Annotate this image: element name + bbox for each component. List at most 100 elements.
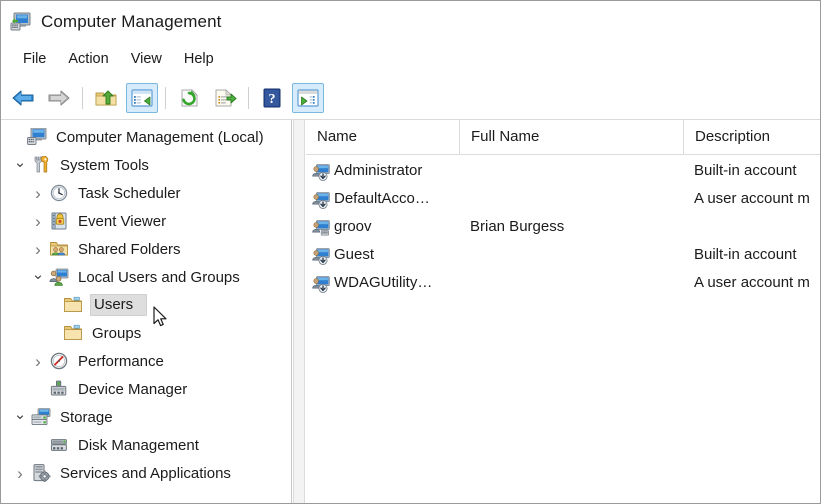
cell-full-name: Brian Burgess (459, 213, 683, 241)
menu-help[interactable]: Help (173, 48, 225, 71)
menu-view[interactable]: View (120, 48, 173, 71)
tree-node-label: System Tools (60, 157, 155, 174)
tree-node-users[interactable]: Users (1, 291, 291, 319)
chevron-down-icon[interactable] (9, 158, 31, 173)
toolbar: ? (1, 76, 820, 120)
console-tree: Computer Management (Local) System (1, 120, 291, 487)
cell-description (683, 213, 821, 241)
chevron-right-icon[interactable] (27, 353, 49, 370)
device-manager-icon (49, 380, 69, 398)
user-name: DefaultAcco… (334, 185, 430, 213)
export-list-button[interactable] (209, 83, 241, 113)
pane-splitter[interactable] (293, 120, 305, 504)
user-disabled-icon (312, 247, 330, 264)
console-tree-pane: Computer Management (Local) System (1, 120, 292, 504)
cell-description: Built-in account (683, 241, 821, 269)
cell-description: A user account m (683, 269, 821, 297)
tree-node-label: Services and Applications (60, 465, 237, 482)
tree-node-label-wrap: Computer Management (Local) (54, 128, 272, 147)
column-header-description[interactable]: Description (683, 120, 821, 154)
tree-node-label: Storage (60, 409, 119, 426)
up-one-level-button[interactable] (90, 83, 122, 113)
chevron-right-icon[interactable] (9, 465, 31, 482)
tree-node-label: Shared Folders (78, 241, 187, 258)
tree-node-local-users-and-groups[interactable]: Local Users and Groups (1, 263, 291, 291)
tree-node-label-wrap: Event Viewer (76, 212, 174, 231)
users-list: Administrator Built-in account (306, 155, 821, 297)
forward-button[interactable] (43, 83, 75, 113)
tree-node-label-wrap: Groups (90, 324, 149, 343)
show-hide-console-tree-button[interactable] (126, 83, 158, 113)
folder-icon (63, 296, 83, 314)
tree-node-label-wrap: Local Users and Groups (76, 268, 248, 287)
table-row[interactable]: DefaultAcco… A user account m (306, 185, 821, 213)
chevron-right-icon[interactable] (27, 185, 49, 202)
content-area: Computer Management (Local) System (1, 120, 821, 504)
computer-management-icon (10, 12, 32, 32)
user-disabled-icon (312, 191, 330, 208)
table-row[interactable]: WDAGUtility… A user account m (306, 269, 821, 297)
user-name: Administrator (334, 157, 422, 185)
table-row[interactable]: Guest Built-in account (306, 241, 821, 269)
tree-node-task-scheduler[interactable]: Task Scheduler (1, 179, 291, 207)
tree-node-label-wrap: Performance (76, 352, 172, 371)
cell-name: WDAGUtility… (306, 269, 459, 297)
column-header-name[interactable]: Name (306, 120, 459, 154)
disk-management-icon (49, 436, 69, 454)
tree-node-system-tools[interactable]: System Tools (1, 151, 291, 179)
show-action-pane-button[interactable] (292, 83, 324, 113)
cell-name: Guest (306, 241, 459, 269)
tree-node-label: Local Users and Groups (78, 269, 246, 286)
shared-folders-icon (49, 240, 69, 258)
refresh-button[interactable] (173, 83, 205, 113)
menu-action[interactable]: Action (57, 48, 119, 71)
user-name: Guest (334, 241, 374, 269)
cell-full-name (459, 157, 683, 185)
system-tools-icon (31, 156, 51, 174)
toolbar-separator (248, 87, 249, 109)
user-disabled-icon (312, 163, 330, 180)
user-icon (312, 219, 330, 236)
cell-full-name (459, 241, 683, 269)
tree-node-groups[interactable]: Groups (1, 319, 291, 347)
tree-node-label-wrap: Services and Applications (58, 464, 239, 483)
performance-gauge-icon (49, 352, 69, 370)
tree-node-label-wrap: Disk Management (76, 436, 207, 455)
back-button[interactable] (7, 83, 39, 113)
tree-node-label: Disk Management (78, 437, 205, 454)
storage-icon (31, 408, 51, 426)
tree-node-label-wrap: Device Manager (76, 380, 195, 399)
tree-node-performance[interactable]: Performance (1, 347, 291, 375)
tree-node-event-viewer[interactable]: Event Viewer (1, 207, 291, 235)
chevron-right-icon[interactable] (27, 213, 49, 230)
toolbar-separator (82, 87, 83, 109)
table-row[interactable]: groov Brian Burgess (306, 213, 821, 241)
cell-name: DefaultAcco… (306, 185, 459, 213)
cell-full-name (459, 269, 683, 297)
tree-node-disk-management[interactable]: Disk Management (1, 431, 291, 459)
tree-node-shared-folders[interactable]: Shared Folders (1, 235, 291, 263)
tree-node-label-wrap: Task Scheduler (76, 184, 189, 203)
tree-node-storage[interactable]: Storage (1, 403, 291, 431)
column-header-full-name[interactable]: Full Name (459, 120, 683, 154)
table-row[interactable]: Administrator Built-in account (306, 157, 821, 185)
chevron-down-icon[interactable] (9, 410, 31, 425)
tree-node-label-wrap: Users (90, 294, 147, 316)
tree-node-label: Groups (92, 325, 147, 342)
title-bar: Computer Management (1, 1, 820, 43)
chevron-right-icon[interactable] (27, 241, 49, 258)
computer-icon (27, 128, 47, 146)
window-title: Computer Management (41, 12, 222, 32)
menu-file[interactable]: File (12, 48, 57, 71)
tree-node-label: Computer Management (Local) (56, 129, 270, 146)
tree-node-device-manager[interactable]: Device Manager (1, 375, 291, 403)
tree-node-label-wrap: Storage (58, 408, 121, 427)
chevron-down-icon[interactable] (27, 270, 49, 285)
help-button[interactable]: ? (256, 83, 288, 113)
tree-node-services-and-applications[interactable]: Services and Applications (1, 459, 291, 487)
menu-bar: File Action View Help (1, 43, 820, 76)
cell-description: Built-in account (683, 157, 821, 185)
list-column-header: Name Full Name Description (306, 120, 821, 155)
tree-node-computer-management[interactable]: Computer Management (Local) (1, 123, 291, 151)
folder-icon (63, 324, 83, 342)
